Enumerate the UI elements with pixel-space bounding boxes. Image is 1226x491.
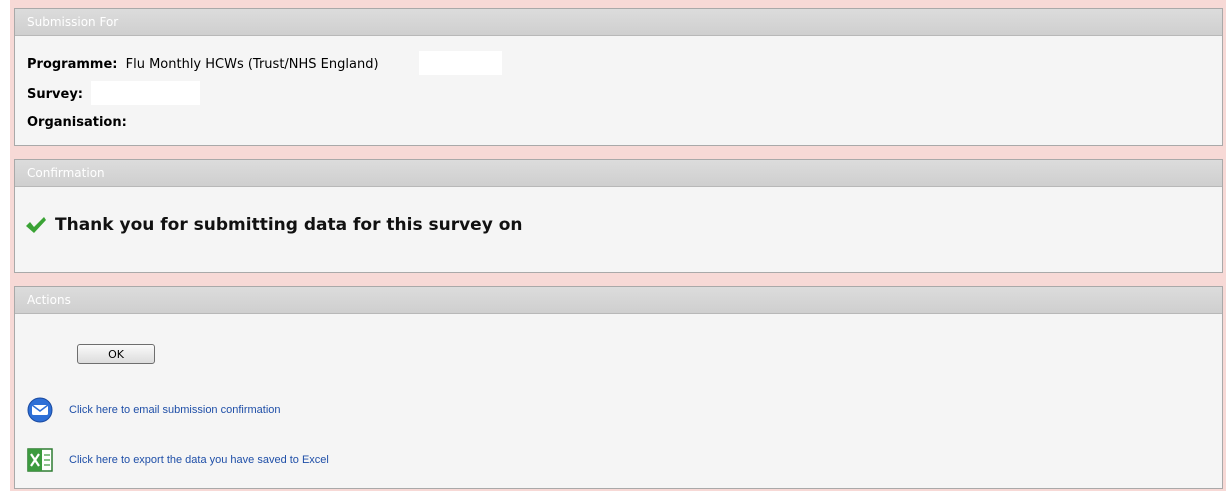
actions-panel-title: Actions bbox=[15, 287, 1222, 314]
email-confirmation-action: Click here to email submission confirmat… bbox=[25, 397, 281, 423]
survey-label: Survey: bbox=[27, 87, 83, 102]
programme-value: Flu Monthly HCWs (Trust/NHS England) bbox=[125, 57, 379, 72]
submission-panel-title: Submission For bbox=[15, 9, 1222, 36]
redacted-survey-box bbox=[91, 81, 200, 105]
redacted-programme-box bbox=[419, 51, 502, 75]
actions-panel: Actions OK Click here to email submissio… bbox=[14, 286, 1223, 489]
export-excel-link[interactable]: Click here to export the data you have s… bbox=[69, 454, 329, 466]
submission-panel: Submission For Programme: Flu Monthly HC… bbox=[14, 8, 1223, 146]
ok-button[interactable]: OK bbox=[77, 344, 155, 364]
organisation-row: Organisation: bbox=[27, 115, 127, 130]
confirmation-message: Thank you for submitting data for this s… bbox=[55, 215, 523, 235]
programme-row: Programme: Flu Monthly HCWs (Trust/NHS E… bbox=[27, 57, 379, 72]
excel-icon[interactable] bbox=[25, 447, 55, 473]
confirmation-panel: Confirmation Thank you for submitting da… bbox=[14, 159, 1223, 273]
email-confirmation-link[interactable]: Click here to email submission confirmat… bbox=[69, 404, 281, 416]
checkmark-icon bbox=[26, 217, 46, 233]
email-icon[interactable] bbox=[25, 397, 55, 423]
confirmation-message-row: Thank you for submitting data for this s… bbox=[25, 215, 522, 235]
confirmation-panel-title: Confirmation bbox=[15, 160, 1222, 187]
organisation-label: Organisation: bbox=[27, 115, 127, 130]
programme-label: Programme: bbox=[27, 57, 118, 72]
survey-row: Survey: bbox=[27, 87, 83, 102]
export-excel-action: Click here to export the data you have s… bbox=[25, 447, 329, 473]
